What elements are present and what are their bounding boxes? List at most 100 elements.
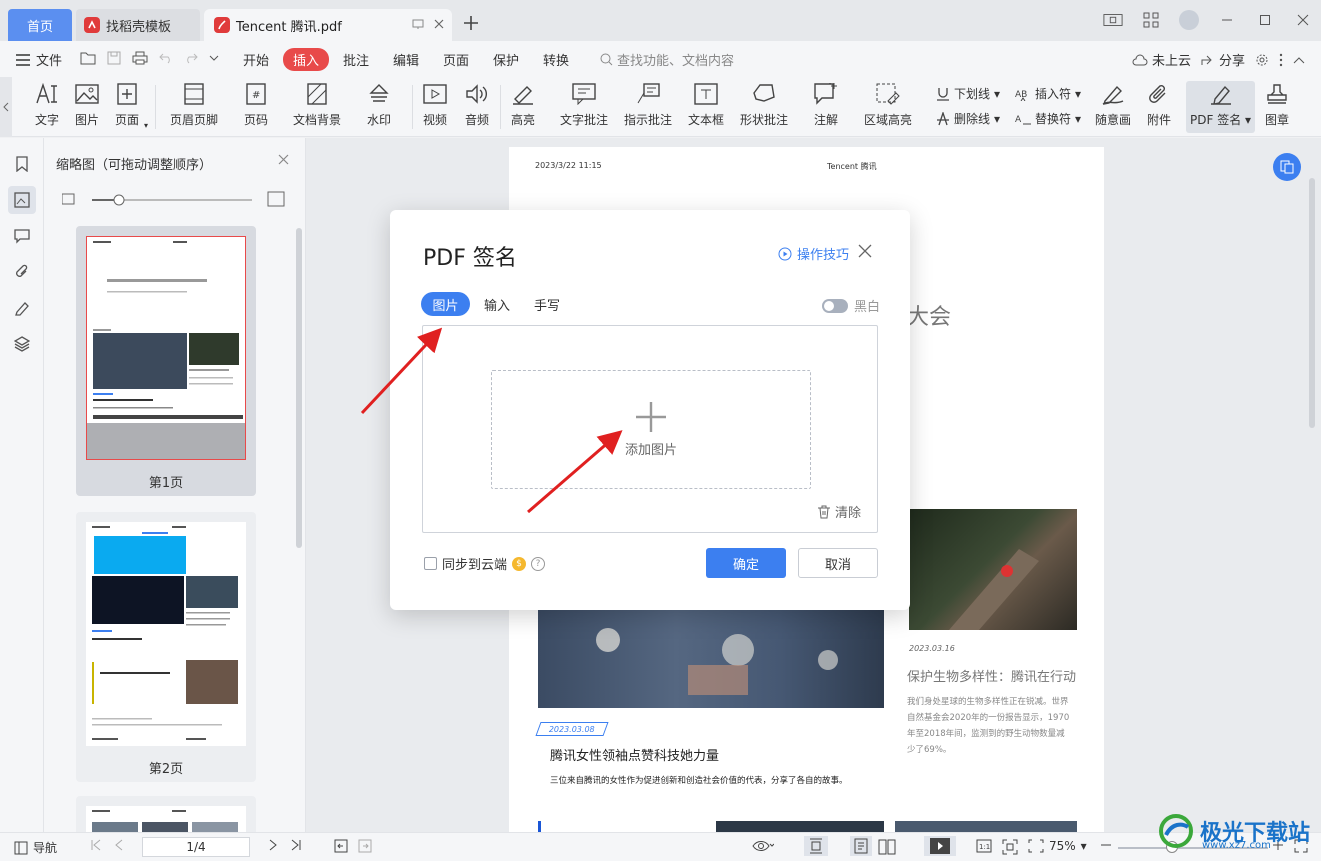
redo-icon[interactable] xyxy=(184,52,198,64)
page-number-input[interactable]: 1/4 xyxy=(142,837,250,857)
underline-button[interactable]: 下划线 ▾ xyxy=(936,85,1000,102)
thumbnail-page-3[interactable] xyxy=(76,796,256,836)
continuous-view-icon[interactable] xyxy=(850,836,872,856)
help-icon[interactable]: ? xyxy=(531,556,546,571)
settings-gear-icon[interactable] xyxy=(1255,53,1269,67)
annotation-button[interactable]: 注解 xyxy=(813,81,839,128)
area-highlight-button[interactable]: 区域高亮 xyxy=(864,81,912,128)
first-page-icon[interactable] xyxy=(90,839,102,851)
comment-icon[interactable] xyxy=(8,222,36,250)
next-page-icon[interactable] xyxy=(268,839,278,851)
undo-icon[interactable] xyxy=(159,52,173,64)
thumbnail-scrollbar[interactable] xyxy=(296,228,302,548)
cancel-button[interactable]: 取消 xyxy=(798,548,878,578)
eye-protect-icon[interactable] xyxy=(752,839,774,853)
sign-tab-image[interactable]: 图片 xyxy=(421,292,470,316)
add-image-dropzone[interactable]: 添加图片 xyxy=(491,370,811,489)
toggle-switch[interactable] xyxy=(822,298,848,313)
doc-background-button[interactable]: 文档背景 xyxy=(293,81,341,128)
insert-char-button[interactable]: AB 插入符 ▾ xyxy=(1015,85,1081,102)
single-page-view-icon[interactable] xyxy=(804,836,828,856)
user-avatar[interactable] xyxy=(1179,10,1199,30)
quick-dropdown-icon[interactable] xyxy=(209,53,219,63)
back-view-icon[interactable] xyxy=(334,839,348,853)
maximize-icon[interactable] xyxy=(1255,10,1275,30)
insert-text-button[interactable]: 文字 xyxy=(34,81,60,128)
ribbon-scroll-left-icon[interactable] xyxy=(0,77,12,137)
zoom-dropdown[interactable]: 75% ▾ xyxy=(1028,839,1087,853)
float-window-icon[interactable] xyxy=(412,18,424,30)
menu-comment[interactable]: 批注 xyxy=(343,50,369,69)
insert-page-button[interactable]: 页面 ▾ xyxy=(114,81,148,130)
menu-edit[interactable]: 编辑 xyxy=(393,50,419,69)
menu-file[interactable]: 文件 xyxy=(16,50,62,69)
open-folder-icon[interactable] xyxy=(80,51,96,65)
menu-convert[interactable]: 转换 xyxy=(543,50,569,69)
menu-start[interactable]: 开始 xyxy=(243,50,269,69)
thumbnail-icon[interactable] xyxy=(8,186,36,214)
zoom-out-icon[interactable] xyxy=(1100,839,1112,851)
double-page-view-icon[interactable] xyxy=(878,839,896,855)
page-number-button[interactable]: # 页码 xyxy=(243,81,269,128)
confirm-button[interactable]: 确定 xyxy=(706,548,786,578)
insert-image-button[interactable]: 图片 xyxy=(74,81,100,128)
share-button[interactable]: 分享 xyxy=(1201,50,1245,69)
dialog-close-icon[interactable] xyxy=(858,244,872,258)
menu-insert[interactable]: 插入 xyxy=(283,48,330,71)
fit-page-icon[interactable] xyxy=(1002,839,1018,855)
thumbnail-zoom-control[interactable] xyxy=(62,190,292,210)
menu-protect[interactable]: 保护 xyxy=(493,50,519,69)
textbox-button[interactable]: 文本框 xyxy=(688,81,724,128)
thumbnail-page-1[interactable]: 第1页 xyxy=(76,226,256,496)
close-tab-icon[interactable] xyxy=(434,19,444,29)
collapse-ribbon-icon[interactable] xyxy=(1293,56,1305,64)
more-dots-icon[interactable] xyxy=(1279,53,1283,67)
sign-tab-input[interactable]: 输入 xyxy=(484,292,510,316)
watermark-button[interactable]: 水印 xyxy=(366,81,392,128)
cloud-status[interactable]: 未上云 xyxy=(1132,50,1191,69)
operation-tips-link[interactable]: 操作技巧 xyxy=(778,244,849,263)
strikethrough-button[interactable]: 删除线 ▾ xyxy=(936,110,1000,127)
layout-switch-icon[interactable] xyxy=(1103,10,1123,30)
function-search[interactable]: 查找功能、文档内容 xyxy=(600,50,734,69)
thumbnail-close-icon[interactable] xyxy=(278,154,289,165)
replace-char-button[interactable]: A 替换符 ▾ xyxy=(1015,110,1081,127)
pointer-comment-button[interactable]: 指示批注 xyxy=(624,81,672,128)
pdf-sign-button[interactable]: PDF 签名 ▾ xyxy=(1186,81,1256,133)
forward-view-icon[interactable] xyxy=(358,839,372,853)
thumbnail-page-2[interactable]: 第2页 xyxy=(76,512,256,782)
prev-page-icon[interactable] xyxy=(114,839,124,851)
header-footer-button[interactable]: 页眉页脚 xyxy=(170,81,218,128)
actual-size-icon[interactable]: 1:1 xyxy=(976,839,992,853)
highlight-button[interactable]: 高亮 xyxy=(510,81,536,128)
floating-tool-button[interactable] xyxy=(1273,153,1301,181)
attachment-panel-icon[interactable] xyxy=(8,258,36,286)
new-tab-plus-icon[interactable] xyxy=(462,14,480,32)
apps-grid-icon[interactable] xyxy=(1141,10,1161,30)
text-comment-button[interactable]: 文字批注 xyxy=(560,81,608,128)
print-icon[interactable] xyxy=(132,51,148,65)
clear-button[interactable]: 清除 xyxy=(817,502,861,521)
stamp-button[interactable]: 图章 xyxy=(1264,81,1290,128)
play-slideshow-icon[interactable] xyxy=(924,836,956,856)
insert-audio-button[interactable]: 音频 xyxy=(464,81,490,128)
insert-video-button[interactable]: 视频 xyxy=(422,81,448,128)
menu-page[interactable]: 页面 xyxy=(443,50,469,69)
save-icon[interactable] xyxy=(107,51,121,65)
last-page-icon[interactable] xyxy=(290,839,302,851)
bookmark-icon[interactable] xyxy=(8,150,36,178)
close-window-icon[interactable] xyxy=(1293,10,1313,30)
sign-tab-handwrite[interactable]: 手写 xyxy=(534,292,560,316)
black-white-toggle[interactable]: 黑白 xyxy=(822,296,880,315)
layers-icon[interactable] xyxy=(8,330,36,358)
minimize-icon[interactable] xyxy=(1217,10,1237,30)
shape-comment-button[interactable]: 形状批注 xyxy=(740,81,788,128)
tab-home[interactable]: 首页 xyxy=(8,9,72,41)
document-scrollbar[interactable] xyxy=(1309,178,1315,428)
navigation-toggle[interactable]: 导航 xyxy=(14,839,57,856)
signature-panel-icon[interactable] xyxy=(8,294,36,322)
tab-pdf-document[interactable]: Tencent 腾讯.pdf xyxy=(204,9,452,41)
sync-cloud-checkbox[interactable] xyxy=(424,557,437,570)
tab-template[interactable]: 找稻壳模板 xyxy=(76,9,200,41)
freehand-draw-button[interactable]: 随意画 xyxy=(1095,81,1131,128)
